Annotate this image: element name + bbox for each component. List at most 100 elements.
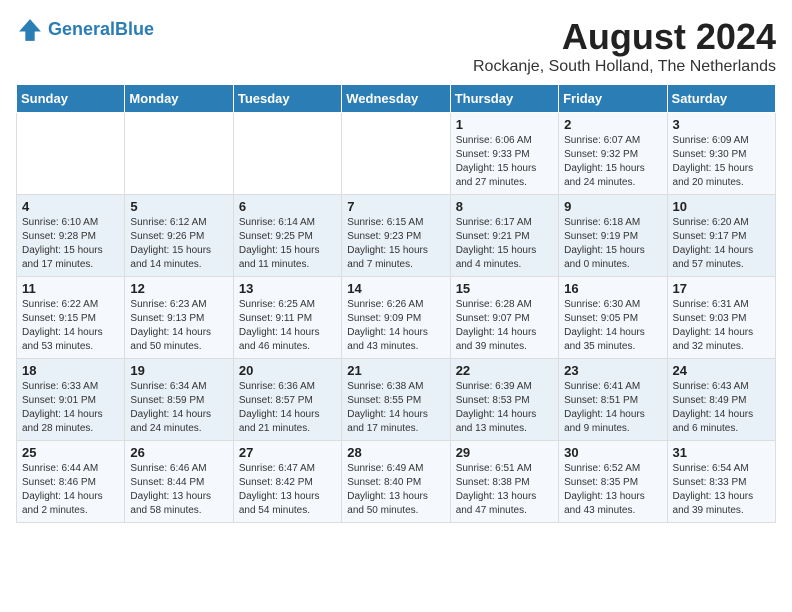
cell-info: Sunrise: 6:43 AM Sunset: 8:49 PM Dayligh… — [673, 380, 770, 436]
day-number: 29 — [456, 445, 553, 460]
calendar-cell: 28 Sunrise: 6:49 AM Sunset: 8:40 PM Dayli… — [342, 441, 450, 523]
cell-info: Sunrise: 6:17 AM Sunset: 9:21 PM Dayligh… — [456, 216, 553, 272]
logo-text: GeneralBlue — [48, 20, 154, 40]
calendar-week-row: 18Sunrise: 6:33 AM Sunset: 9:01 PM Dayli… — [17, 359, 776, 441]
cell-info: Sunrise: 6:38 AM Sunset: 8:55 PM Dayligh… — [347, 380, 444, 436]
cell-info: Sunrise: 6:47 AM Sunset: 8:42 PM Dayligh… — [239, 462, 336, 518]
logo-icon — [16, 16, 44, 44]
day-number: 3 — [673, 117, 770, 132]
day-number: 28 — [347, 445, 444, 460]
cell-info: Sunrise: 6:06 AM Sunset: 9:33 PM Dayligh… — [456, 134, 553, 190]
calendar-cell — [17, 113, 125, 195]
day-number: 15 — [456, 281, 553, 296]
calendar-cell: 12 Sunrise: 6:23 AM Sunset: 9:13 PM Dayli… — [125, 277, 233, 359]
day-number: 21 — [347, 363, 444, 378]
cell-info: Sunrise: 6:44 AM Sunset: 8:46 PM Dayligh… — [22, 462, 119, 518]
day-number: 4 — [22, 199, 119, 214]
cell-info: Sunrise: 6:52 AM Sunset: 8:35 PM Dayligh… — [564, 462, 661, 518]
calendar-cell: 19 Sunrise: 6:34 AM Sunset: 8:59 PM Dayli… — [125, 359, 233, 441]
calendar-cell: 18Sunrise: 6:33 AM Sunset: 9:01 PM Dayli… — [17, 359, 125, 441]
day-number: 7 — [347, 199, 444, 214]
cell-info: Sunrise: 6:39 AM Sunset: 8:53 PM Dayligh… — [456, 380, 553, 436]
day-number: 30 — [564, 445, 661, 460]
calendar-cell: 23 Sunrise: 6:41 AM Sunset: 8:51 PM Dayli… — [559, 359, 667, 441]
day-number: 19 — [130, 363, 227, 378]
day-number: 24 — [673, 363, 770, 378]
day-number: 9 — [564, 199, 661, 214]
cell-info: Sunrise: 6:23 AM Sunset: 9:13 PM Dayligh… — [130, 298, 227, 354]
day-number: 27 — [239, 445, 336, 460]
cell-info: Sunrise: 6:15 AM Sunset: 9:23 PM Dayligh… — [347, 216, 444, 272]
cell-info: Sunrise: 6:28 AM Sunset: 9:07 PM Dayligh… — [456, 298, 553, 354]
calendar-cell: 6Sunrise: 6:14 AM Sunset: 9:25 PM Daylig… — [233, 195, 341, 277]
calendar-cell: 20 Sunrise: 6:36 AM Sunset: 8:57 PM Dayli… — [233, 359, 341, 441]
calendar-cell: 14Sunrise: 6:26 AM Sunset: 9:09 PM Dayli… — [342, 277, 450, 359]
day-number: 23 — [564, 363, 661, 378]
day-number: 25 — [22, 445, 119, 460]
calendar-cell — [125, 113, 233, 195]
calendar-cell: 22 Sunrise: 6:39 AM Sunset: 8:53 PM Dayli… — [450, 359, 558, 441]
weekday-header: Thursday — [450, 85, 558, 113]
day-number: 17 — [673, 281, 770, 296]
calendar-week-row: 4 Sunrise: 6:10 AM Sunset: 9:28 PM Daylig… — [17, 195, 776, 277]
calendar-cell: 5Sunrise: 6:12 AM Sunset: 9:26 PM Daylig… — [125, 195, 233, 277]
calendar-cell: 11 Sunrise: 6:22 AM Sunset: 9:15 PM Dayli… — [17, 277, 125, 359]
cell-info: Sunrise: 6:51 AM Sunset: 8:38 PM Dayligh… — [456, 462, 553, 518]
calendar-week-row: 1Sunrise: 6:06 AM Sunset: 9:33 PM Daylig… — [17, 113, 776, 195]
cell-info: Sunrise: 6:22 AM Sunset: 9:15 PM Dayligh… — [22, 298, 119, 354]
calendar-cell: 26 Sunrise: 6:46 AM Sunset: 8:44 PM Dayli… — [125, 441, 233, 523]
weekday-header: Saturday — [667, 85, 775, 113]
cell-info: Sunrise: 6:30 AM Sunset: 9:05 PM Dayligh… — [564, 298, 661, 354]
calendar-cell: 10 Sunrise: 6:20 AM Sunset: 9:17 PM Dayli… — [667, 195, 775, 277]
day-number: 11 — [22, 281, 119, 296]
cell-info: Sunrise: 6:46 AM Sunset: 8:44 PM Dayligh… — [130, 462, 227, 518]
cell-info: Sunrise: 6:34 AM Sunset: 8:59 PM Dayligh… — [130, 380, 227, 436]
day-number: 16 — [564, 281, 661, 296]
weekday-header: Tuesday — [233, 85, 341, 113]
day-number: 26 — [130, 445, 227, 460]
cell-info: Sunrise: 6:14 AM Sunset: 9:25 PM Dayligh… — [239, 216, 336, 272]
cell-info: Sunrise: 6:07 AM Sunset: 9:32 PM Dayligh… — [564, 134, 661, 190]
weekday-header: Monday — [125, 85, 233, 113]
cell-info: Sunrise: 6:25 AM Sunset: 9:11 PM Dayligh… — [239, 298, 336, 354]
weekday-header: Wednesday — [342, 85, 450, 113]
calendar-cell: 3Sunrise: 6:09 AM Sunset: 9:30 PM Daylig… — [667, 113, 775, 195]
day-number: 8 — [456, 199, 553, 214]
calendar-cell: 27 Sunrise: 6:47 AM Sunset: 8:42 PM Dayli… — [233, 441, 341, 523]
location: Rockanje, South Holland, The Netherlands — [473, 58, 776, 76]
calendar-week-row: 11 Sunrise: 6:22 AM Sunset: 9:15 PM Dayli… — [17, 277, 776, 359]
cell-info: Sunrise: 6:10 AM Sunset: 9:28 PM Dayligh… — [22, 216, 119, 272]
day-number: 12 — [130, 281, 227, 296]
day-number: 2 — [564, 117, 661, 132]
calendar-cell — [342, 113, 450, 195]
day-number: 20 — [239, 363, 336, 378]
cell-info: Sunrise: 6:49 AM Sunset: 8:40 PM Dayligh… — [347, 462, 444, 518]
calendar-cell: 31Sunrise: 6:54 AM Sunset: 8:33 PM Dayli… — [667, 441, 775, 523]
cell-info: Sunrise: 6:12 AM Sunset: 9:26 PM Dayligh… — [130, 216, 227, 272]
weekday-header: Sunday — [17, 85, 125, 113]
calendar-week-row: 25 Sunrise: 6:44 AM Sunset: 8:46 PM Dayli… — [17, 441, 776, 523]
calendar-cell: 13 Sunrise: 6:25 AM Sunset: 9:11 PM Dayli… — [233, 277, 341, 359]
day-number: 22 — [456, 363, 553, 378]
logo-line2: Blue — [115, 19, 154, 39]
day-number: 13 — [239, 281, 336, 296]
calendar-cell: 17Sunrise: 6:31 AM Sunset: 9:03 PM Dayli… — [667, 277, 775, 359]
day-number: 10 — [673, 199, 770, 214]
weekday-header-row: SundayMondayTuesdayWednesdayThursdayFrid… — [17, 85, 776, 113]
cell-info: Sunrise: 6:41 AM Sunset: 8:51 PM Dayligh… — [564, 380, 661, 436]
calendar-cell: 29 Sunrise: 6:51 AM Sunset: 8:38 PM Dayli… — [450, 441, 558, 523]
calendar-cell: 24 Sunrise: 6:43 AM Sunset: 8:49 PM Dayli… — [667, 359, 775, 441]
calendar-cell: 8 Sunrise: 6:17 AM Sunset: 9:21 PM Daylig… — [450, 195, 558, 277]
calendar-cell: 2 Sunrise: 6:07 AM Sunset: 9:32 PM Daylig… — [559, 113, 667, 195]
calendar-cell: 7 Sunrise: 6:15 AM Sunset: 9:23 PM Daylig… — [342, 195, 450, 277]
cell-info: Sunrise: 6:54 AM Sunset: 8:33 PM Dayligh… — [673, 462, 770, 518]
weekday-header: Friday — [559, 85, 667, 113]
calendar-cell: 16 Sunrise: 6:30 AM Sunset: 9:05 PM Dayli… — [559, 277, 667, 359]
calendar-cell: 15 Sunrise: 6:28 AM Sunset: 9:07 PM Dayli… — [450, 277, 558, 359]
cell-info: Sunrise: 6:20 AM Sunset: 9:17 PM Dayligh… — [673, 216, 770, 272]
cell-info: Sunrise: 6:36 AM Sunset: 8:57 PM Dayligh… — [239, 380, 336, 436]
calendar-cell: 4 Sunrise: 6:10 AM Sunset: 9:28 PM Daylig… — [17, 195, 125, 277]
calendar-table: SundayMondayTuesdayWednesdayThursdayFrid… — [16, 84, 776, 523]
month-year: August 2024 — [473, 16, 776, 58]
cell-info: Sunrise: 6:18 AM Sunset: 9:19 PM Dayligh… — [564, 216, 661, 272]
